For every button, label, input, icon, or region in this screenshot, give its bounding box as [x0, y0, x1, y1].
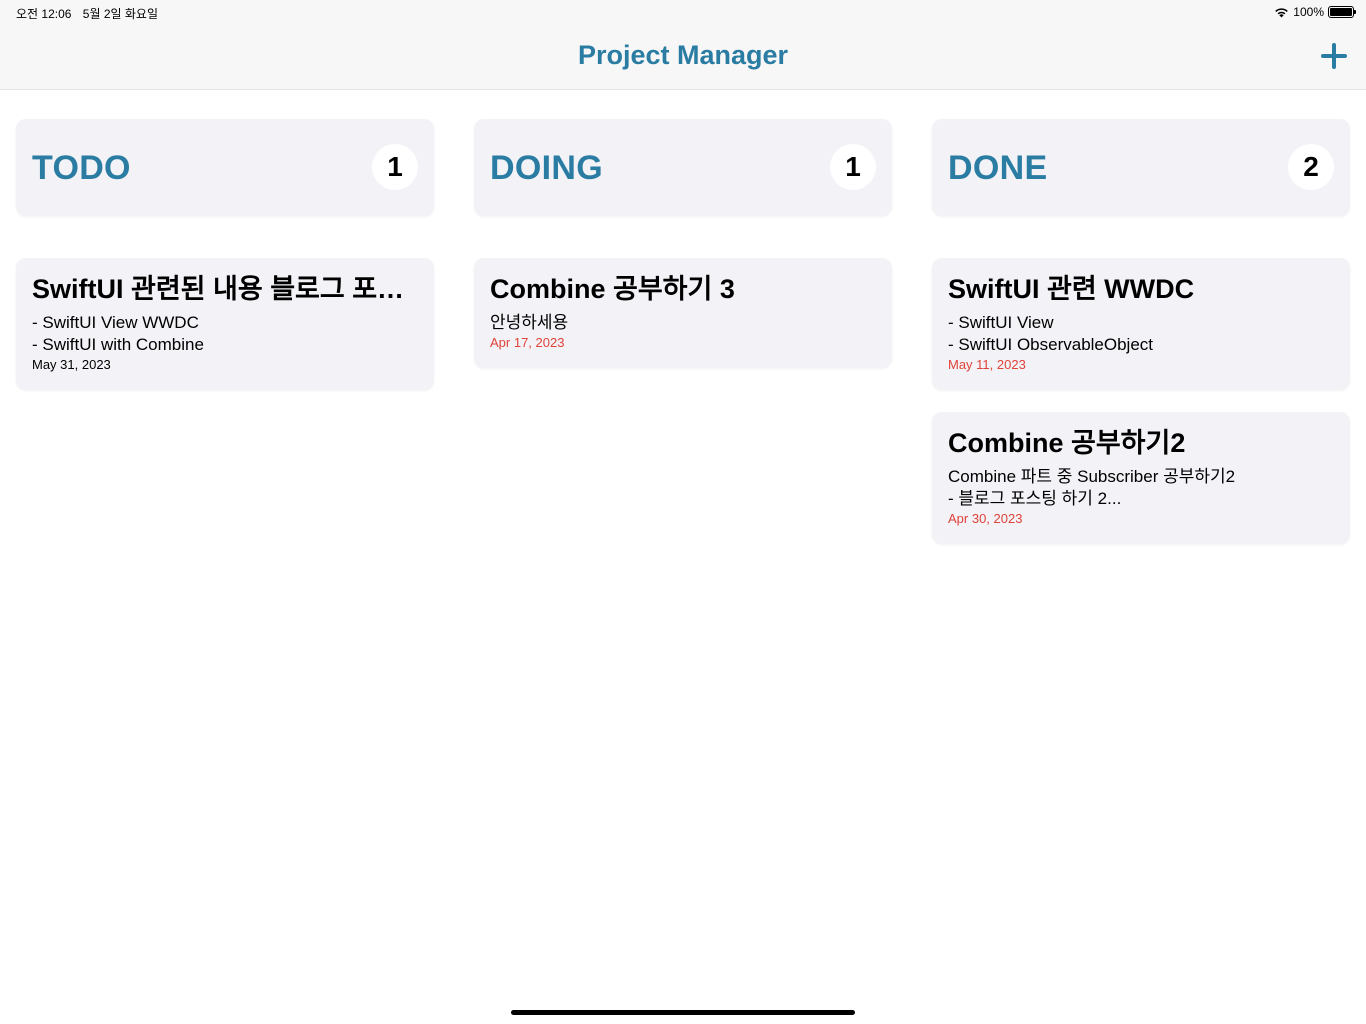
task-date: Apr 30, 2023: [948, 511, 1023, 526]
column-count-badge: 1: [830, 144, 876, 190]
task-card[interactable]: Combine 공부하기 3 안녕하세용 Apr 17, 2023: [474, 258, 892, 368]
status-right: 100%: [1274, 5, 1356, 19]
task-date: May 11, 2023: [948, 357, 1026, 372]
add-button[interactable]: [1320, 42, 1348, 70]
task-body: - SwiftUI View WWDC - SwiftUI with Combi…: [32, 313, 204, 354]
column-title: DOING: [490, 149, 603, 187]
task-body: - SwiftUI View - SwiftUI ObservableObjec…: [948, 313, 1154, 354]
page-title: Project Manager: [577, 40, 789, 70]
battery-level: [1330, 8, 1352, 16]
status-bar: 오전 12:06 5월 2일 화요일 100%: [0, 0, 1366, 24]
battery-percent: 100%: [1293, 5, 1324, 19]
column-count-badge: 1: [372, 144, 418, 190]
task-card[interactable]: Combine 공부하기2 Combine 파트 중 Subscriber 공부…: [932, 412, 1350, 544]
task-body: Combine 파트 중 Subscriber 공부하기2 - 블로그 포스팅 …: [948, 467, 1236, 508]
navigation-bar: Project Manager: [0, 24, 1366, 90]
task-title: Combine 공부하기 3: [490, 274, 735, 304]
column-title: DONE: [948, 149, 1048, 187]
column-doing: DOING 1 Combine 공부하기 3 안녕하세용 Apr 17, 202…: [474, 119, 892, 390]
home-indicator[interactable]: [511, 1010, 855, 1015]
column-header-todo: TODO 1: [16, 119, 434, 216]
status-time: 오전 12:06: [16, 7, 72, 21]
task-body: 안녕하세용: [490, 313, 569, 332]
column-header-doing: DOING 1: [474, 119, 892, 216]
column-header-done: DONE 2: [932, 119, 1350, 216]
task-date: May 31, 2023: [32, 357, 111, 372]
task-title: SwiftUI 관련 WWDC: [948, 274, 1195, 304]
battery-icon: [1328, 6, 1356, 18]
task-card[interactable]: SwiftUI 관련 WWDC - SwiftUI View - SwiftUI…: [932, 258, 1350, 390]
column-todo: TODO 1 SwiftUI 관련된 내용 블로그 포… - SwiftUI V…: [16, 119, 434, 412]
column-count-badge: 2: [1288, 144, 1334, 190]
card-list: Combine 공부하기 3 안녕하세용 Apr 17, 2023: [474, 258, 892, 368]
card-list: SwiftUI 관련된 내용 블로그 포… - SwiftUI View WWD…: [16, 258, 434, 390]
wifi-icon: [1274, 7, 1289, 18]
status-left: 오전 12:06 5월 2일 화요일: [16, 5, 166, 22]
status-date: 5월 2일 화요일: [82, 7, 159, 21]
task-date: Apr 17, 2023: [490, 335, 565, 350]
column-done: DONE 2 SwiftUI 관련 WWDC - SwiftUI View - …: [932, 119, 1350, 566]
card-list: SwiftUI 관련 WWDC - SwiftUI View - SwiftUI…: [932, 258, 1350, 544]
task-title: Combine 공부하기2: [948, 428, 1186, 458]
column-title: TODO: [32, 149, 131, 187]
task-card[interactable]: SwiftUI 관련된 내용 블로그 포… - SwiftUI View WWD…: [16, 258, 434, 390]
task-title: SwiftUI 관련된 내용 블로그 포…: [32, 274, 405, 304]
